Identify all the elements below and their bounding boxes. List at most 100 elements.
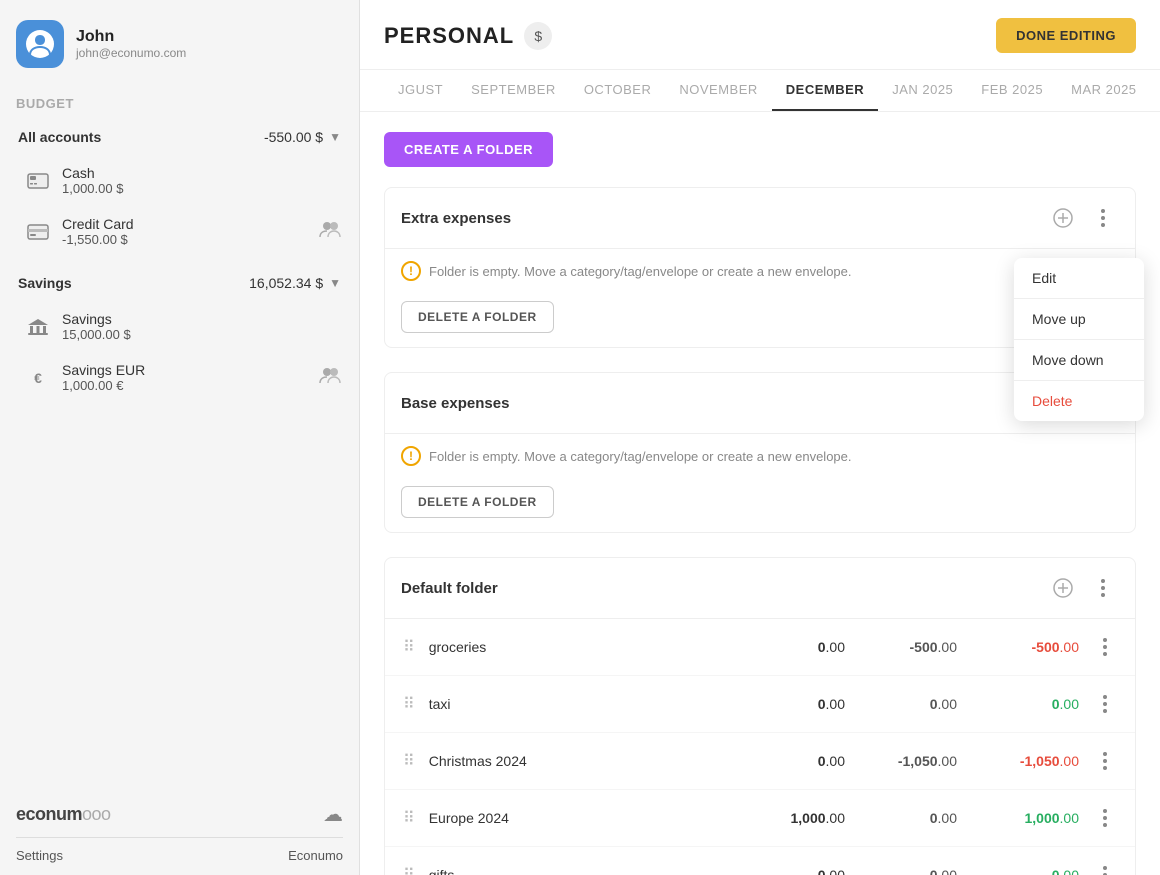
drag-handle-gifts[interactable]: ⠿: [401, 865, 417, 875]
category-budget-groceries: 0.00: [755, 639, 845, 655]
savings-eur-name: Savings EUR: [62, 362, 309, 378]
cash-account-details: Cash 1,000.00 $: [62, 165, 341, 196]
econumo-logo: econumooo ☁: [16, 802, 343, 837]
category-spent-europe: 0.00: [857, 810, 957, 826]
category-budget-christmas: 0.00: [755, 753, 845, 769]
user-email: john@econumo.com: [76, 46, 186, 60]
tab-mar2025[interactable]: MAR 2025: [1057, 70, 1150, 111]
folder-base-expenses-empty-msg: ! Folder is empty. Move a category/tag/e…: [385, 434, 1135, 478]
savings-eur-balance: 1,000.00 €: [62, 378, 309, 393]
category-row-christmas: ⠿ Christmas 2024 0.00 -1,050.00 -1,050.0…: [385, 733, 1135, 790]
category-result-europe: 1,000.00: [969, 810, 1079, 826]
category-menu-taxi[interactable]: [1091, 690, 1119, 718]
sidebar-header: John john@econumo.com: [0, 0, 359, 88]
cash-icon: [24, 171, 52, 191]
cash-account-name: Cash: [62, 165, 341, 181]
drag-handle-groceries[interactable]: ⠿: [401, 637, 417, 657]
savings-row[interactable]: Savings 16,052.34 $ ▼: [8, 265, 351, 301]
savings-eur-shared-icon: [319, 366, 341, 389]
tab-apr2025[interactable]: APR 2025: [1151, 70, 1160, 111]
brand-link[interactable]: Econumo: [288, 848, 343, 863]
tab-jgust[interactable]: JGUST: [384, 70, 457, 111]
folder-default-menu-button[interactable]: [1087, 572, 1119, 604]
cloud-icon[interactable]: ☁: [323, 802, 343, 827]
drag-handle-taxi[interactable]: ⠿: [401, 694, 417, 714]
category-spent-groceries: -500.00: [857, 639, 957, 655]
category-budget-gifts: 0.00: [755, 867, 845, 875]
category-menu-groceries[interactable]: [1091, 633, 1119, 661]
savings-account-details: Savings 15,000.00 $: [62, 311, 341, 342]
folder-default-actions: [1047, 572, 1119, 604]
category-menu-gifts[interactable]: [1091, 861, 1119, 875]
context-menu-move-down[interactable]: Move down: [1014, 340, 1144, 380]
folder-base-expenses-title: Base expenses: [401, 395, 509, 412]
accounts-group: All accounts -550.00 $ ▼ Cash 1,000.00 $: [0, 119, 359, 257]
budget-section-label: Budget: [0, 88, 359, 119]
all-accounts-row[interactable]: All accounts -550.00 $ ▼: [8, 119, 351, 155]
delete-base-expenses-folder-button[interactable]: DELETE A FOLDER: [401, 486, 554, 518]
category-result-gifts: 0.00: [969, 867, 1079, 875]
category-result-taxi: 0.00: [969, 696, 1079, 712]
account-item-savings[interactable]: Savings 15,000.00 $: [8, 301, 351, 352]
category-name-europe: Europe 2024: [429, 810, 743, 826]
tab-november[interactable]: NOVEMBER: [665, 70, 771, 111]
create-folder-button[interactable]: CREATE A FOLDER: [384, 132, 553, 167]
cash-account-balance: 1,000.00 $: [62, 181, 341, 196]
folder-extra-expenses-menu-button[interactable]: [1087, 202, 1119, 234]
main-content-area: PERSONAL $ DONE EDITING JGUST SEPTEMBER …: [360, 0, 1160, 875]
context-menu-move-up[interactable]: Move up: [1014, 299, 1144, 339]
warning-icon: !: [401, 261, 421, 281]
category-row-groceries: ⠿ groceries 0.00 -500.00 -500.00: [385, 619, 1135, 676]
category-menu-christmas[interactable]: [1091, 747, 1119, 775]
shared-icon: [319, 220, 341, 243]
context-menu: Edit Move up Move down Delete: [1014, 258, 1144, 421]
savings-amount: 16,052.34 $ ▼: [249, 275, 341, 291]
savings-account-balance: 15,000.00 $: [62, 327, 341, 342]
page-title: PERSONAL: [384, 23, 514, 49]
tab-feb2025[interactable]: FEB 2025: [967, 70, 1057, 111]
savings-eur-icon: €: [24, 368, 52, 388]
category-result-christmas: -1,050.00: [969, 753, 1079, 769]
category-result-groceries: -500.00: [969, 639, 1079, 655]
savings-account-name: Savings: [62, 311, 341, 327]
account-item-savings-eur[interactable]: € Savings EUR 1,000.00 €: [8, 352, 351, 403]
page-title-area: PERSONAL $: [384, 22, 552, 66]
category-budget-taxi: 0.00: [755, 696, 845, 712]
context-menu-edit[interactable]: Edit: [1014, 258, 1144, 298]
all-accounts-amount: -550.00 $ ▼: [264, 129, 341, 145]
folder-default-add-button[interactable]: [1047, 572, 1079, 604]
user-info: John john@econumo.com: [76, 28, 186, 60]
category-menu-europe[interactable]: [1091, 804, 1119, 832]
folder-default-title: Default folder: [401, 580, 498, 597]
user-name: John: [76, 28, 186, 46]
folder-extra-expenses-add-button[interactable]: [1047, 202, 1079, 234]
tab-september[interactable]: SEPTEMBER: [457, 70, 570, 111]
savings-bank-icon: [24, 317, 52, 337]
category-spent-gifts: 0.00: [857, 867, 957, 875]
main-header: PERSONAL $ DONE EDITING: [360, 0, 1160, 70]
tab-jan2025[interactable]: JAN 2025: [878, 70, 967, 111]
folder-extra-expenses-header: Extra expenses: [385, 188, 1135, 249]
credit-card-balance: -1,550.00 $: [62, 232, 309, 247]
settings-link[interactable]: Settings: [16, 848, 63, 863]
drag-handle-europe[interactable]: ⠿: [401, 808, 417, 828]
warning-icon-base: !: [401, 446, 421, 466]
credit-card-details: Credit Card -1,550.00 $: [62, 216, 309, 247]
account-item-cash[interactable]: Cash 1,000.00 $: [8, 155, 351, 206]
savings-eur-details: Savings EUR 1,000.00 €: [62, 362, 309, 393]
delete-extra-expenses-folder-button[interactable]: DELETE A FOLDER: [401, 301, 554, 333]
account-item-credit-card[interactable]: Credit Card -1,550.00 $: [8, 206, 351, 257]
folder-extra-expenses-title: Extra expenses: [401, 210, 511, 227]
all-accounts-label: All accounts: [18, 129, 101, 145]
context-menu-delete[interactable]: Delete: [1014, 381, 1144, 421]
category-name-gifts: gifts: [429, 867, 743, 875]
avatar: [16, 20, 64, 68]
logo-text: econumooo: [16, 804, 111, 825]
done-editing-button[interactable]: DONE EDITING: [996, 18, 1136, 53]
category-name-groceries: groceries: [429, 639, 743, 655]
tab-december[interactable]: DECEMBER: [772, 70, 878, 111]
drag-handle-christmas[interactable]: ⠿: [401, 751, 417, 771]
tab-october[interactable]: OCTOBER: [570, 70, 666, 111]
folder-extra-expenses-actions: [1047, 202, 1119, 234]
savings-chevron-icon: ▼: [329, 276, 341, 290]
